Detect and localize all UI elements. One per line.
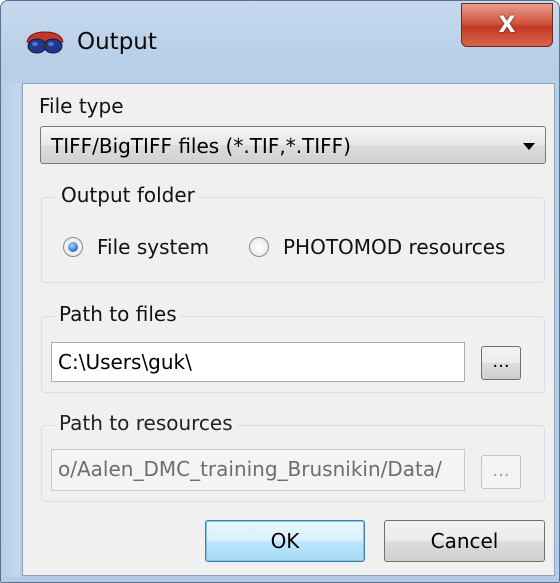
radio-file-system-label[interactable]: File system [97,235,209,259]
stereo-glasses-icon [25,28,65,60]
file-type-select[interactable]: TIFF/BigTIFF files (*.TIF,*.TIFF) [40,126,546,164]
radio-photomod-resources[interactable] [249,237,269,257]
window-frame-left [2,83,20,577]
path-to-files-input[interactable]: C:\Users\guk\ [51,342,465,382]
radio-file-system[interactable] [63,237,83,257]
close-icon: X [498,12,516,38]
path-to-resources-title: Path to resources [55,411,237,435]
close-button[interactable]: X [461,3,553,47]
cancel-button[interactable]: Cancel [384,520,545,562]
dropdown-arrow-icon [523,143,535,150]
radio-selected-dot [68,242,78,252]
dialog-body: File type TIFF/BigTIFF files (*.TIF,*.TI… [22,83,555,576]
ok-button[interactable]: OK [205,520,365,562]
window-title: Output [77,29,157,55]
output-folder-title: Output folder [57,183,199,207]
file-type-selected-value: TIFF/BigTIFF files (*.TIF,*.TIFF) [51,134,351,158]
title-bar[interactable]: Output X [1,1,559,83]
path-to-resources-input: o/Aalen_DMC_training_Brusnikin/Data/ [51,449,465,491]
output-dialog: Output X File type TIFF/BigTIFF files (*… [0,0,560,583]
file-type-label: File type [39,94,124,118]
path-to-files-title: Path to files [55,302,181,326]
browse-files-button[interactable]: ... [481,346,521,380]
radio-photomod-resources-label[interactable]: PHOTOMOD resources [283,235,505,259]
browse-resources-button: ... [481,455,521,489]
